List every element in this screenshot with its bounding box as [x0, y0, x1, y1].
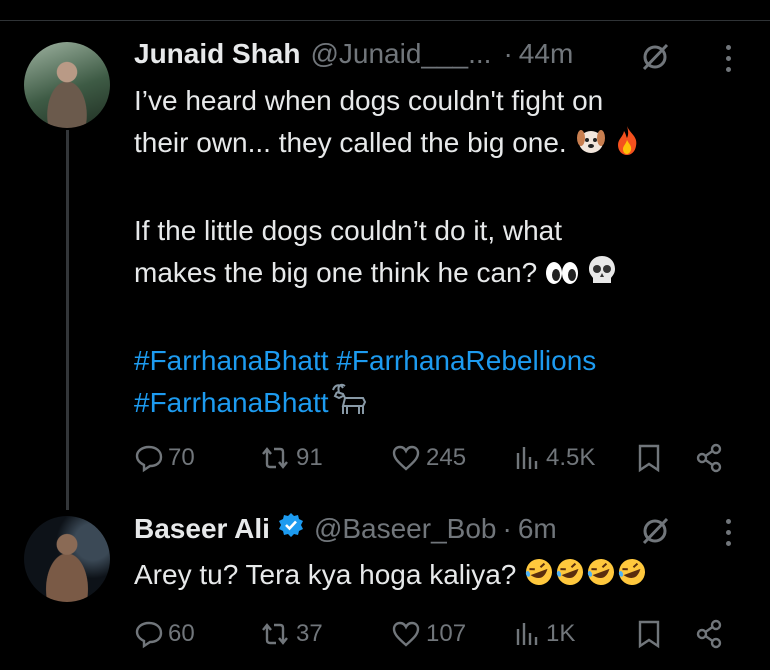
top-divider — [0, 20, 770, 21]
fire-emoji — [614, 124, 640, 168]
tweet-line: their own... they called the big one. — [134, 122, 744, 168]
tweet-line: If the little dogs couldn’t do it, what — [134, 215, 563, 246]
tweet-header: Baseer Ali @Baseer_Bob · 6m — [134, 512, 557, 545]
repost-button[interactable]: 37 — [258, 614, 323, 654]
verified-badge-icon[interactable] — [278, 512, 304, 545]
tweet-actions: 70 91 245 4.5K — [134, 438, 734, 478]
author-handle[interactable]: @Junaid___... — [310, 38, 491, 70]
timestamp[interactable]: 6m — [518, 513, 557, 545]
tweet-line: makes the big one think he can? — [134, 252, 744, 298]
reply-icon — [135, 621, 163, 649]
tweet-actions: 60 37 107 1K — [134, 614, 734, 654]
grok-icon[interactable] — [640, 516, 670, 546]
eyes-emoji — [545, 256, 579, 298]
like-button[interactable]: 107 — [390, 614, 466, 654]
goat-emoji — [329, 382, 369, 428]
dog-face-emoji — [575, 126, 607, 168]
hashtag-line: #FarrhanaBhatt #FarrhanaRebellions — [134, 340, 744, 382]
bookmark-icon[interactable] — [636, 443, 662, 473]
separator-dot: · — [503, 38, 513, 69]
tweet-text: Arey tu? Tera kya hoga kaliya? — [134, 554, 744, 600]
thread-connector-line — [66, 130, 69, 510]
skull-emoji — [587, 254, 617, 298]
view-count: 4.5K — [546, 444, 596, 471]
hashtag-link[interactable]: #FarrhanaRebellions — [336, 345, 596, 376]
hashtag-link[interactable]: #FarrhanaBhatt — [134, 345, 329, 376]
like-count: 245 — [426, 444, 467, 471]
hashtag-link[interactable]: #FarrhanaBhatt — [134, 387, 329, 418]
more-options-icon[interactable] — [724, 45, 732, 75]
repost-button[interactable]: 91 — [258, 438, 323, 478]
views-chart-icon — [516, 623, 538, 645]
like-count: 107 — [426, 620, 467, 647]
tweet-text: I’ve heard when dogs couldn't fight on t… — [134, 80, 744, 428]
heart-icon — [392, 621, 420, 647]
author-name[interactable]: Junaid Shah — [134, 38, 300, 70]
rofl-emoji-group — [524, 556, 648, 600]
view-count: 1K — [546, 620, 576, 647]
avatar[interactable] — [24, 516, 110, 602]
reply-button[interactable]: 70 — [134, 438, 195, 478]
repost-icon — [262, 623, 288, 645]
repost-icon — [262, 447, 288, 469]
author-name[interactable]: Baseer Ali — [134, 513, 270, 545]
share-icon[interactable] — [694, 619, 724, 649]
views-button[interactable]: 4.5K — [512, 438, 595, 478]
reply-button[interactable]: 60 — [134, 614, 195, 654]
tweet-line: I’ve heard when dogs couldn't fight on — [134, 85, 604, 116]
views-chart-icon — [516, 447, 538, 469]
repost-count: 91 — [296, 444, 323, 471]
grok-icon[interactable] — [640, 42, 670, 72]
heart-icon — [392, 445, 420, 471]
reply-count: 70 — [168, 444, 195, 471]
reply-icon — [135, 445, 163, 473]
avatar[interactable] — [24, 42, 110, 128]
timestamp[interactable]: 44m — [519, 38, 573, 70]
tweet-line: Arey tu? Tera kya hoga kaliya? — [134, 554, 744, 600]
author-handle[interactable]: @Baseer_Bob — [314, 513, 497, 545]
tweet-header: Junaid Shah @Junaid___... · 44m — [134, 38, 573, 70]
reply-count: 60 — [168, 620, 195, 647]
repost-count: 37 — [296, 620, 323, 647]
more-options-icon[interactable] — [724, 519, 732, 549]
bookmark-icon[interactable] — [636, 619, 662, 649]
separator-dot: · — [502, 512, 512, 544]
views-button[interactable]: 1K — [512, 614, 575, 654]
hashtag-line: #FarrhanaBhatt — [134, 382, 744, 428]
share-icon[interactable] — [694, 443, 724, 473]
like-button[interactable]: 245 — [390, 438, 466, 478]
